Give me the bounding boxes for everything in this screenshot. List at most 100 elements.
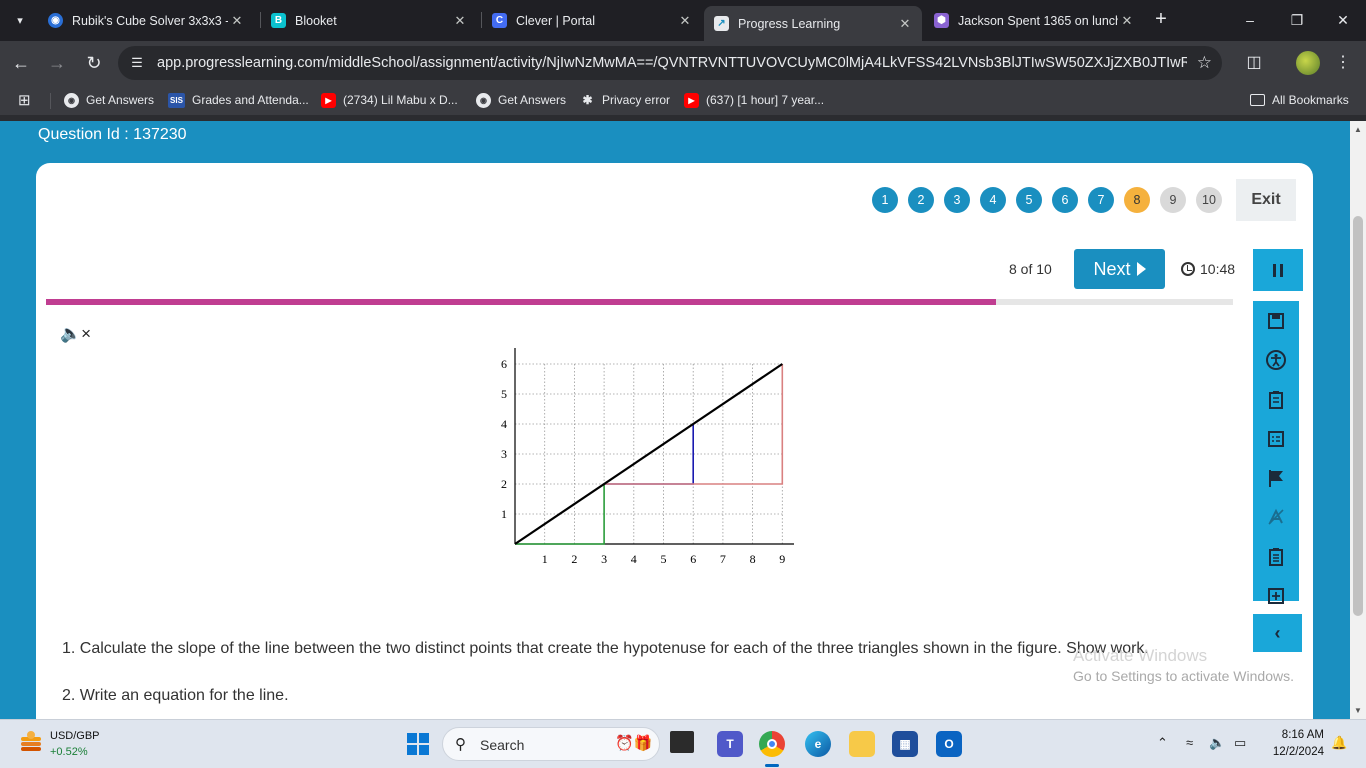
progress-learning-favicon-icon: ↗ [714, 16, 729, 31]
add-note-icon[interactable] [1253, 578, 1299, 614]
question-number-5[interactable]: 5 [1016, 187, 1042, 213]
file-explorer-icon[interactable] [849, 731, 875, 757]
all-bookmarks[interactable]: All Bookmarks [1250, 92, 1349, 108]
save-icon[interactable] [1253, 303, 1299, 339]
notifications-bell-icon[interactable]: 🔔 [1331, 735, 1347, 751]
question-number-1[interactable]: 1 [872, 187, 898, 213]
bookmark-grades[interactable]: SIS Grades and Attenda... [168, 92, 309, 108]
apps-grid-icon[interactable]: ⊞ [18, 92, 31, 109]
profile-avatar[interactable] [1296, 51, 1320, 75]
teams-icon[interactable]: T [717, 731, 743, 757]
tab-blooket[interactable]: B Blooket ✕ [261, 7, 477, 34]
question-number-2[interactable]: 2 [908, 187, 934, 213]
task-view-icon[interactable] [670, 731, 694, 753]
close-tab-icon[interactable]: ✕ [676, 13, 694, 29]
window-close-icon[interactable]: ✕ [1328, 8, 1358, 32]
blooket-favicon-icon: B [271, 13, 286, 28]
bookmark-label: All Bookmarks [1272, 93, 1349, 107]
bookmark-label: Grades and Attenda... [192, 93, 309, 107]
site-info-icon[interactable]: ☰ [128, 54, 146, 72]
question-number-9[interactable]: 9 [1160, 187, 1186, 213]
y-tick-label: 6 [501, 357, 507, 371]
more-menu-icon[interactable]: ⋮ [1331, 51, 1355, 75]
close-tab-icon[interactable]: ✕ [896, 16, 914, 32]
question-number-7[interactable]: 7 [1088, 187, 1114, 213]
question-number-3[interactable]: 3 [944, 187, 970, 213]
tab-rubiks[interactable]: ◉ Rubik's Cube Solver 3x3x3 - ✕ [38, 7, 254, 34]
flag-icon[interactable] [1253, 460, 1299, 496]
scrollbar-thumb[interactable] [1353, 216, 1363, 616]
pause-button[interactable] [1253, 249, 1303, 291]
volume-icon[interactable]: 🔈 [1209, 735, 1225, 751]
accessibility-icon[interactable] [1253, 342, 1299, 378]
reload-icon[interactable]: ↻ [81, 50, 107, 76]
taskbar-search[interactable]: ⚲ Search ⏰🎁 [442, 727, 660, 761]
calculator-icon[interactable] [1253, 539, 1299, 575]
new-tab-icon[interactable]: + [1150, 8, 1172, 32]
extensions-icon[interactable]: ◫ [1242, 51, 1266, 75]
scroll-up-arrow-icon[interactable]: ▲ [1354, 125, 1362, 134]
edge-icon[interactable]: e [805, 731, 831, 757]
next-button[interactable]: Next [1074, 249, 1165, 289]
bookmark-lil-mabu[interactable]: ▶ (2734) Lil Mabu x D... [321, 92, 458, 108]
bookmarks-bar: ⊞ ◉ Get Answers SIS Grades and Attenda..… [0, 85, 1366, 115]
windows-start-icon[interactable] [405, 731, 431, 757]
globe-icon: ◉ [64, 92, 79, 108]
bookmark-star-icon[interactable]: ☆ [1197, 53, 1212, 73]
address-bar[interactable]: ☰ app.progresslearning.com/middleSchool/… [118, 46, 1222, 80]
y-tick-label: 4 [501, 417, 507, 431]
tab-search-menu[interactable]: ▾ [6, 6, 34, 34]
slope-triangles-graph: 1 2 3 4 5 6 7 8 9 1 2 3 4 5 6 [501, 348, 794, 566]
stock-name[interactable]: USD/GBP [50, 730, 100, 742]
exit-button[interactable]: Exit [1236, 179, 1296, 221]
close-tab-icon[interactable]: ✕ [1118, 13, 1136, 29]
eliminate-answer-icon[interactable] [1253, 499, 1299, 535]
tab-title: Progress Learning [738, 16, 841, 31]
tab-jackson[interactable]: ⬢ Jackson Spent 1365 on lunch ✕ [924, 7, 1144, 34]
notepad-icon[interactable] [1253, 382, 1299, 418]
reference-sheet-icon[interactable] [1253, 421, 1299, 457]
bookmark-1-hour[interactable]: ▶ (637) [1 hour] 7 year... [684, 92, 824, 108]
progress-bar [46, 299, 1233, 305]
close-tab-icon[interactable]: ✕ [451, 13, 469, 29]
bookmark-divider [50, 93, 51, 109]
tab-progress-learning[interactable]: ↗ Progress Learning ✕ [704, 6, 922, 41]
microsoft-store-icon[interactable]: ▦ [892, 731, 918, 757]
forward-icon[interactable]: → [44, 50, 70, 76]
scroll-down-arrow-icon[interactable]: ▼ [1354, 706, 1362, 715]
activate-windows-subtitle: Go to Settings to activate Windows. [1073, 668, 1294, 684]
question-number-4[interactable]: 4 [980, 187, 1006, 213]
question-number-8[interactable]: 8 [1124, 187, 1150, 213]
outlook-icon[interactable]: O [936, 731, 962, 757]
back-icon[interactable]: ← [8, 50, 34, 76]
stock-change: +0.52% [50, 746, 88, 758]
chrome-icon[interactable] [759, 731, 785, 757]
close-tab-icon[interactable]: ✕ [228, 13, 246, 29]
stocks-widget-icon[interactable] [18, 729, 44, 755]
show-hidden-icons-chevron-up-icon[interactable]: ⌃ [1157, 735, 1168, 751]
bookmark-privacy-error[interactable]: ✱ Privacy error [580, 92, 670, 108]
minimize-icon[interactable]: – [1235, 8, 1265, 32]
collapse-panel-chevron-left-icon[interactable]: ‹ [1253, 614, 1302, 652]
search-highlight-icon: ⏰🎁 [615, 735, 653, 752]
bookmark-get-answers[interactable]: ◉ Get Answers [64, 92, 154, 108]
clock-time[interactable]: 8:16 AM [1279, 729, 1324, 741]
question-number-6[interactable]: 6 [1052, 187, 1078, 213]
question-number-10[interactable]: 10 [1196, 187, 1222, 213]
progress-fill [46, 299, 996, 305]
clock-icon [1181, 262, 1195, 276]
activate-windows-title: Activate Windows [1073, 646, 1208, 665]
question-2-text: 2. Write an equation for the line. [62, 687, 289, 704]
x-tick-label: 1 [542, 552, 548, 566]
clock-date[interactable]: 12/2/2024 [1267, 746, 1324, 758]
page-scrollbar[interactable]: ▲ ▼ [1350, 121, 1366, 719]
restore-icon[interactable]: ❐ [1282, 8, 1312, 32]
folder-icon [1250, 94, 1265, 106]
bookmark-get-answers-2[interactable]: ◉ Get Answers [476, 92, 566, 108]
bookmark-label: (2734) Lil Mabu x D... [343, 93, 458, 107]
battery-icon[interactable]: ▭ [1234, 735, 1246, 751]
tab-clever[interactable]: C Clever | Portal ✕ [482, 7, 702, 34]
wifi-icon[interactable]: ≈ [1186, 735, 1193, 750]
search-icon: ⚲ [455, 736, 466, 753]
speaker-muted-icon[interactable]: 🔈× [60, 324, 91, 344]
